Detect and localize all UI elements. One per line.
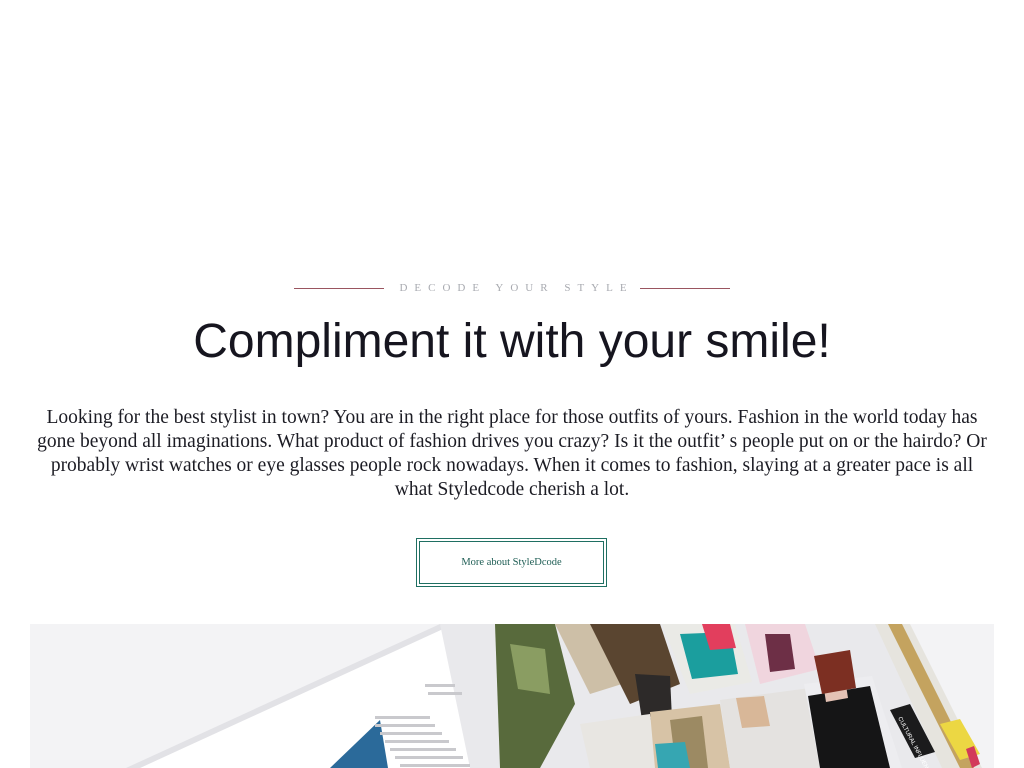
eyebrow-left-line [294, 287, 385, 289]
section-heading: Compliment it with your smile! [193, 315, 831, 368]
top-blank-area [0, 0, 1024, 260]
magazine-illustration: CULTURAL INFLUENCES [30, 624, 994, 768]
eyebrow-right-line [639, 287, 730, 289]
more-about-button[interactable]: More about StyleDcode [416, 538, 607, 587]
section-description: Looking for the best stylist in town? Yo… [37, 407, 987, 500]
more-about-button-label: More about StyleDcode [419, 541, 604, 584]
eyebrow-text: DECODE YOUR STYLE [399, 282, 634, 294]
section-eyebrow: DECODE YOUR STYLE [0, 279, 1024, 297]
fashion-magazine-image: CULTURAL INFLUENCES [30, 624, 994, 768]
